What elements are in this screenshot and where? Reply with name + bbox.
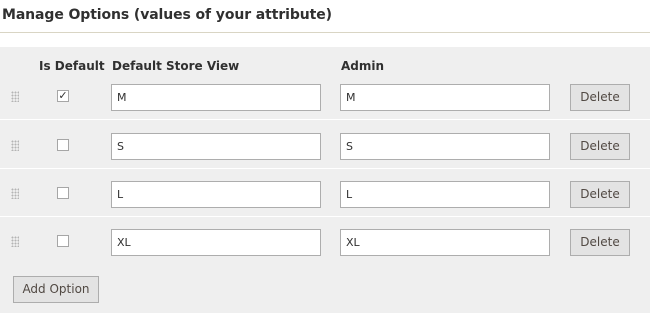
- is-default-checkbox[interactable]: ✓: [57, 90, 69, 102]
- header-admin: Admin: [341, 59, 385, 73]
- store-view-input[interactable]: L: [111, 181, 321, 208]
- admin-input[interactable]: M: [340, 84, 550, 111]
- is-default-checkbox[interactable]: [57, 235, 69, 247]
- drag-handle-icon[interactable]: [11, 236, 19, 247]
- option-row: S S Delete: [0, 121, 650, 169]
- option-row: ✓ M M Delete: [0, 72, 650, 120]
- header-default-store-view: Default Store View: [112, 59, 240, 73]
- title-divider: [0, 32, 650, 33]
- option-row: XL XL Delete: [0, 217, 650, 265]
- header-is-default: Is Default: [39, 59, 105, 73]
- admin-input[interactable]: S: [340, 133, 550, 160]
- store-view-input[interactable]: M: [111, 84, 321, 111]
- admin-input[interactable]: XL: [340, 229, 550, 256]
- admin-input[interactable]: L: [340, 181, 550, 208]
- delete-button[interactable]: Delete: [570, 84, 630, 111]
- delete-button[interactable]: Delete: [570, 229, 630, 256]
- drag-handle-icon[interactable]: [11, 91, 19, 102]
- is-default-checkbox[interactable]: [57, 187, 69, 199]
- options-panel: Is Default Default Store View Admin ✓ M …: [0, 47, 650, 313]
- is-default-checkbox[interactable]: [57, 139, 69, 151]
- drag-handle-icon[interactable]: [11, 188, 19, 199]
- drag-handle-icon[interactable]: [11, 140, 19, 151]
- row-divider: [0, 119, 650, 120]
- store-view-input[interactable]: S: [111, 133, 321, 160]
- delete-button[interactable]: Delete: [570, 181, 630, 208]
- add-option-button[interactable]: Add Option: [13, 276, 99, 303]
- store-view-input[interactable]: XL: [111, 229, 321, 256]
- delete-button[interactable]: Delete: [570, 133, 630, 160]
- section-title: Manage Options (values of your attribute…: [2, 7, 332, 23]
- option-row: L L Delete: [0, 169, 650, 217]
